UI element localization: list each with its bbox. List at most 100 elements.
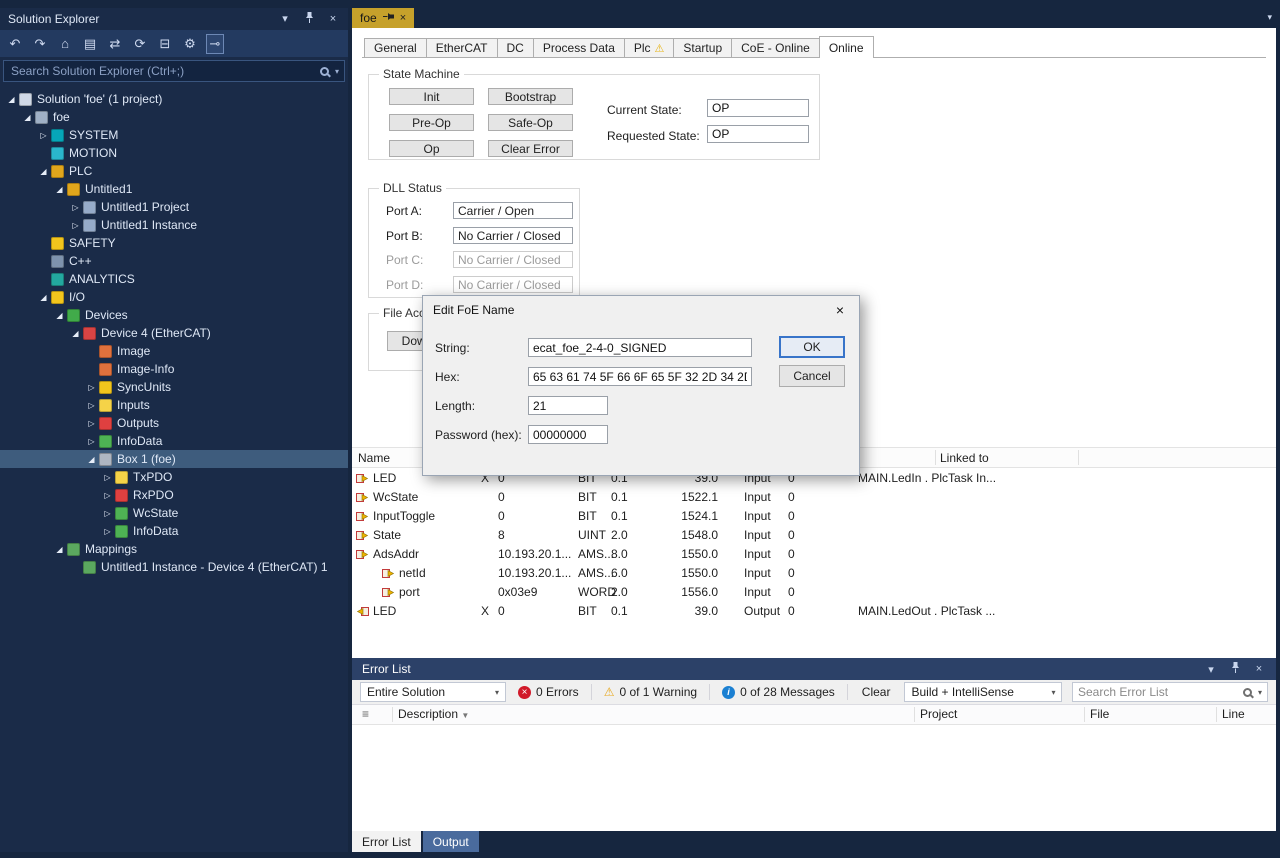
tree-item-system[interactable]: ▷SYSTEM [0, 126, 348, 144]
column-separator[interactable] [1216, 707, 1217, 722]
column-separator[interactable] [914, 707, 915, 722]
expander-collapsed-icon[interactable]: ▷ [68, 203, 83, 212]
expander-expanded-icon[interactable]: ◢ [36, 293, 51, 302]
tree-item-foe[interactable]: ◢foe [0, 108, 348, 126]
solution-search-box[interactable]: ▾ [3, 60, 345, 82]
name-column-header[interactable]: Name [358, 448, 390, 468]
tree-item-outputs[interactable]: ▷Outputs [0, 414, 348, 432]
tab-process-data[interactable]: Process Data [533, 38, 625, 58]
tree-item-rxpdo[interactable]: ▷RxPDO [0, 486, 348, 504]
pre-op-button[interactable]: Pre-Op [389, 114, 474, 131]
tree-item-devices[interactable]: ◢Devices [0, 306, 348, 324]
current-state-field[interactable] [707, 99, 809, 117]
expander-expanded-icon[interactable]: ◢ [52, 311, 67, 320]
variable-row-wcstate[interactable]: WcState0BIT0.11522.1Input0 [352, 488, 1276, 507]
expander-collapsed-icon[interactable]: ▷ [100, 473, 115, 482]
expander-expanded-icon[interactable]: ◢ [68, 329, 83, 338]
port-status-field[interactable] [453, 227, 573, 244]
hex-input[interactable] [528, 367, 752, 386]
expander-collapsed-icon[interactable]: ▷ [100, 491, 115, 500]
tree-item-box-1-foe[interactable]: ◢Box 1 (foe) [0, 450, 348, 468]
tree-item-syncunits[interactable]: ▷SyncUnits [0, 378, 348, 396]
tab-online[interactable]: Online [819, 36, 874, 58]
close-icon[interactable]: × [831, 302, 849, 318]
safe-op-button[interactable]: Safe-Op [488, 114, 573, 131]
expander-collapsed-icon[interactable]: ▷ [84, 419, 99, 428]
tab-general[interactable]: General [364, 38, 427, 58]
linked-to-column-header[interactable]: Linked to [940, 448, 989, 468]
tree-item-image-info[interactable]: Image-Info [0, 360, 348, 378]
variable-row-port[interactable]: port0x03e9WORD2.01556.0Input0 [352, 583, 1276, 602]
bootstrap-button[interactable]: Bootstrap [488, 88, 573, 105]
tab-startup[interactable]: Startup [673, 38, 732, 58]
variable-row-led[interactable]: LEDX0BIT0.139.0Output0MAIN.LedOut . PlcT… [352, 602, 1276, 621]
tree-item-untitled1-instance[interactable]: ▷Untitled1 Instance [0, 216, 348, 234]
tree-item-image[interactable]: Image [0, 342, 348, 360]
column-separator[interactable] [935, 450, 936, 465]
chevron-down-icon[interactable]: ▾ [1204, 663, 1218, 676]
expander-expanded-icon[interactable]: ◢ [52, 185, 67, 194]
clear-error-button[interactable]: Clear Error [488, 140, 573, 157]
port-status-field[interactable] [453, 276, 573, 293]
expander-collapsed-icon[interactable]: ▷ [84, 383, 99, 392]
ok-button[interactable]: OK [779, 336, 845, 358]
close-icon[interactable]: × [400, 12, 406, 24]
chevron-down-icon[interactable]: ▾ [1258, 688, 1262, 697]
tab-output[interactable]: Output [423, 831, 479, 852]
tree-item-device-4-ethercat[interactable]: ◢Device 4 (EtherCAT) [0, 324, 348, 342]
pin-icon[interactable] [384, 11, 393, 25]
variable-row-adsaddr[interactable]: AdsAddr10.193.20.1...AMS...8.01550.0Inpu… [352, 545, 1276, 564]
expander-collapsed-icon[interactable]: ▷ [68, 221, 83, 230]
switch-views-icon[interactable]: ▤ [81, 34, 99, 54]
tab-dc[interactable]: DC [497, 38, 534, 58]
expander-collapsed-icon[interactable]: ▷ [100, 509, 115, 518]
tree-item-untitled1[interactable]: ◢Untitled1 [0, 180, 348, 198]
properties-icon[interactable]: ⚙ [181, 34, 199, 54]
tree-item-txpdo[interactable]: ▷TxPDO [0, 468, 348, 486]
port-status-field[interactable] [453, 202, 573, 219]
tab-error-list[interactable]: Error List [352, 831, 421, 852]
project-column-header[interactable]: Project [920, 705, 957, 724]
refresh-icon[interactable]: ⟳ [131, 34, 149, 54]
tree-item-infodata[interactable]: ▷InfoData [0, 432, 348, 450]
tree-item-i-o[interactable]: ◢I/O [0, 288, 348, 306]
error-search-input[interactable] [1078, 685, 1239, 699]
chevron-down-icon[interactable]: ▾ [335, 67, 339, 76]
home-icon[interactable]: ⌂ [56, 34, 74, 54]
expander-expanded-icon[interactable]: ◢ [20, 113, 35, 122]
errors-toggle[interactable]: × 0 Errors [514, 685, 583, 699]
scope-filter-dropdown[interactable]: Entire Solution ▾ [360, 682, 506, 702]
tree-item-mappings[interactable]: ◢Mappings [0, 540, 348, 558]
tree-item-analytics[interactable]: ANALYTICS [0, 270, 348, 288]
close-icon[interactable]: × [326, 13, 340, 25]
file-column-header[interactable]: File [1090, 705, 1109, 724]
chevron-down-icon[interactable]: ▾ [278, 12, 292, 25]
clear-button[interactable]: Clear [856, 685, 897, 699]
length-input[interactable] [528, 396, 608, 415]
column-separator[interactable] [1084, 707, 1085, 722]
pin-icon[interactable] [302, 12, 316, 26]
tree-item-infodata[interactable]: ▷InfoData [0, 522, 348, 540]
tree-item-untitled1-instance-device-4-ethercat-1[interactable]: Untitled1 Instance - Device 4 (EtherCAT)… [0, 558, 348, 576]
close-icon[interactable]: × [1252, 663, 1266, 675]
tree-item-motion[interactable]: MOTION [0, 144, 348, 162]
password-input[interactable] [528, 425, 608, 444]
port-status-field[interactable] [453, 251, 573, 268]
tree-item-untitled1-project[interactable]: ▷Untitled1 Project [0, 198, 348, 216]
back-icon[interactable]: ↶ [6, 34, 24, 54]
warnings-toggle[interactable]: ⚠ 0 of 1 Warning [600, 685, 701, 699]
description-column-header[interactable]: Description ▼ [398, 705, 469, 725]
expander-expanded-icon[interactable]: ◢ [84, 455, 99, 464]
tree-item-solution-foe-1-project[interactable]: ◢Solution 'foe' (1 project) [0, 90, 348, 108]
expander-collapsed-icon[interactable]: ▷ [84, 401, 99, 410]
pin-icon[interactable] [1228, 662, 1242, 676]
document-tab-foe[interactable]: foe × [352, 8, 414, 28]
tab-plc[interactable]: Plc⚠ [624, 38, 675, 58]
tab-ethercat[interactable]: EtherCAT [426, 38, 498, 58]
error-search-box[interactable]: ▾ [1072, 682, 1268, 702]
variable-row-netid[interactable]: netId10.193.20.1...AMS...6.01550.0Input0 [352, 564, 1276, 583]
tree-item-c[interactable]: C++ [0, 252, 348, 270]
tree-item-wcstate[interactable]: ▷WcState [0, 504, 348, 522]
solution-search-input[interactable] [11, 64, 316, 78]
tree-item-plc[interactable]: ◢PLC [0, 162, 348, 180]
